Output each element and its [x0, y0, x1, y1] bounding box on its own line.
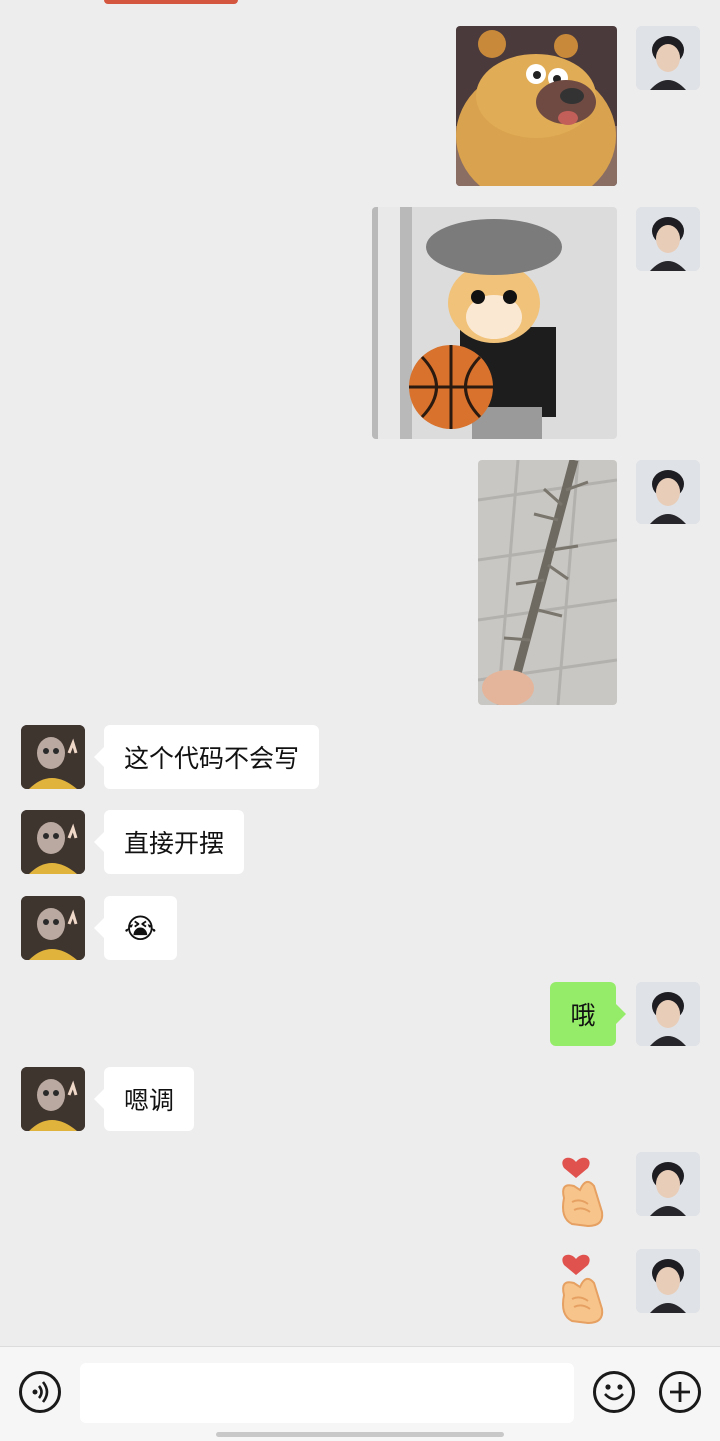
my-avatar[interactable]: [636, 26, 700, 90]
message-bubble[interactable]: 😭: [94, 896, 177, 960]
contact-avatar[interactable]: [21, 1067, 85, 1131]
contact-avatar[interactable]: [21, 725, 85, 789]
my-avatar[interactable]: [636, 1249, 700, 1313]
my-avatar[interactable]: [636, 982, 700, 1046]
my-avatar[interactable]: [636, 460, 700, 524]
partial-image-message[interactable]: [104, 0, 238, 4]
message-bubble[interactable]: 嗯调: [93, 1067, 195, 1131]
message-text: 直接开摆: [124, 829, 225, 858]
message-text: 这个代码不会写: [124, 744, 300, 773]
contact-avatar[interactable]: [21, 810, 85, 874]
message-bubble[interactable]: 这个代码不会写: [93, 725, 320, 789]
crying-emoji-icon: 😭: [124, 911, 157, 945]
message-input[interactable]: [80, 1363, 574, 1423]
my-avatar[interactable]: [636, 1152, 700, 1216]
cat-basketball-sticker[interactable]: [372, 207, 617, 439]
finger-heart-sticker[interactable]: [550, 1152, 610, 1232]
thorny-branch-sticker[interactable]: [478, 460, 617, 705]
plus-icon[interactable]: [659, 1371, 701, 1413]
home-indicator[interactable]: [216, 1432, 504, 1437]
emoji-icon[interactable]: [593, 1371, 635, 1413]
bear-sticker[interactable]: [456, 26, 617, 186]
input-bar: [0, 1346, 720, 1441]
message-bubble[interactable]: 哦: [550, 982, 626, 1046]
message-bubble[interactable]: 直接开摆: [93, 810, 245, 874]
finger-heart-sticker[interactable]: [550, 1249, 610, 1329]
my-avatar[interactable]: [636, 207, 700, 271]
message-text: 嗯调: [124, 1086, 175, 1115]
message-text: 哦: [570, 1001, 596, 1030]
contact-avatar[interactable]: [21, 896, 85, 960]
chat-area[interactable]: 这个代码不会写 直接开摆 😭 哦 嗯调: [0, 0, 720, 1346]
voice-icon[interactable]: [19, 1371, 61, 1413]
